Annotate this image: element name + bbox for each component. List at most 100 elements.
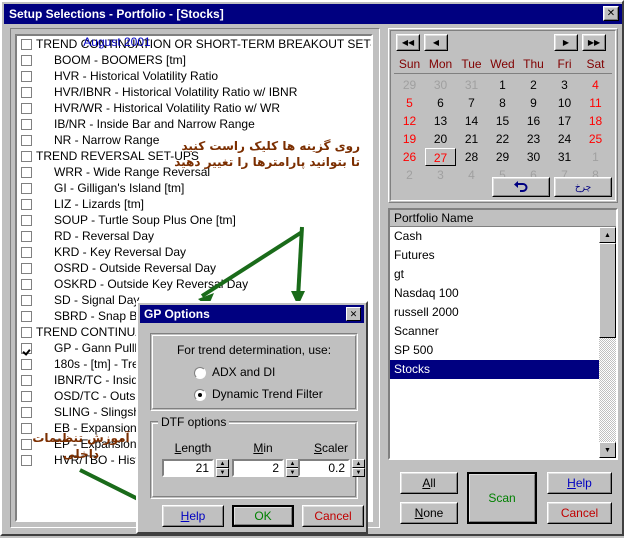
checkbox-icon[interactable] [21, 278, 32, 290]
portfolio-list-item[interactable]: Scanner [390, 322, 616, 341]
calendar-day[interactable]: 6 [425, 94, 456, 112]
scaler-spin-down[interactable]: ▼ [352, 468, 365, 477]
calendar-day[interactable]: 19 [394, 130, 425, 148]
setup-list-item[interactable]: GI - Gilligan's Island [tm] [17, 180, 371, 196]
calendar-day[interactable]: 10 [549, 94, 580, 112]
window-close-button[interactable]: ✕ [603, 6, 619, 21]
setup-list-item[interactable]: LIZ - Lizards [tm] [17, 196, 371, 212]
calendar-day[interactable]: 29 [487, 148, 518, 166]
setup-list-item[interactable]: OSRD - Outside Reversal Day [17, 260, 371, 276]
calendar-day[interactable]: 1 [580, 148, 611, 166]
calendar-day[interactable]: 21 [456, 130, 487, 148]
calendar-day[interactable]: 24 [549, 130, 580, 148]
calendar-day[interactable]: 14 [456, 112, 487, 130]
calendar-day[interactable]: 18 [580, 112, 611, 130]
length-spin-up[interactable]: ▲ [216, 459, 229, 468]
setup-list-item[interactable]: RD - Reversal Day [17, 228, 371, 244]
setup-list-item[interactable]: HVR - Historical Volatility Ratio [17, 68, 371, 84]
scaler-spinner[interactable]: ▲ ▼ [352, 459, 365, 477]
checkbox-icon[interactable] [21, 54, 32, 66]
checkbox-icon[interactable] [21, 326, 32, 338]
setup-list-item[interactable]: KRD - Key Reversal Day [17, 244, 371, 260]
checkbox-icon[interactable] [21, 310, 32, 322]
calendar-day[interactable]: 1 [487, 76, 518, 94]
calendar-day[interactable]: 7 [456, 94, 487, 112]
checkbox-icon[interactable] [21, 70, 32, 82]
dialog-cancel-button[interactable]: Cancel [302, 505, 364, 527]
portfolio-list-item[interactable]: russell 2000 [390, 303, 616, 322]
portfolio-list-item[interactable]: Cash [390, 227, 616, 246]
checkbox-icon[interactable] [21, 214, 32, 226]
calendar-day[interactable]: 22 [487, 130, 518, 148]
checkbox-icon[interactable] [21, 182, 32, 194]
setup-list-item[interactable]: HVR/IBNR - Historical Volatility Ratio w… [17, 84, 371, 100]
setup-list-item[interactable]: HVR/WR - Historical Volatility Ratio w/ … [17, 100, 371, 116]
portfolio-list-item[interactable]: gt [390, 265, 616, 284]
calendar-day[interactable]: 9 [518, 94, 549, 112]
length-spinner[interactable]: ▲ ▼ [216, 459, 229, 477]
calendar-day[interactable]: 20 [425, 130, 456, 148]
portfolio-list-item[interactable]: Stocks [390, 360, 616, 379]
dialog-close-button[interactable]: ✕ [346, 307, 361, 321]
calendar-day[interactable]: 5 [394, 94, 425, 112]
checkbox-icon[interactable] [21, 342, 32, 354]
calendar-day[interactable]: 31 [549, 148, 580, 166]
setup-list-item[interactable]: OSKRD - Outside Key Reversal Day [17, 276, 371, 292]
checkbox-icon[interactable] [21, 38, 32, 50]
checkbox-icon[interactable] [21, 102, 32, 114]
calendar-day[interactable]: 25 [580, 130, 611, 148]
checkbox-icon[interactable] [21, 358, 32, 370]
checkbox-icon[interactable] [21, 86, 32, 98]
checkbox-icon[interactable] [21, 134, 32, 146]
scroll-down-button[interactable]: ▼ [599, 442, 616, 458]
calendar-day[interactable]: 11 [580, 94, 611, 112]
calendar-day[interactable]: 28 [456, 148, 487, 166]
calendar-today-button[interactable]: چرخ [554, 177, 612, 197]
calendar-day[interactable]: 12 [394, 112, 425, 130]
checkbox-icon[interactable] [21, 262, 32, 274]
checkbox-icon[interactable] [21, 406, 32, 418]
calendar-day[interactable]: 17 [549, 112, 580, 130]
calendar-day[interactable]: 4 [456, 166, 487, 184]
portfolio-list-item[interactable]: SP 500 [390, 341, 616, 360]
help-button[interactable]: Help [547, 472, 612, 494]
calendar-day[interactable]: 2 [518, 76, 549, 94]
portfolio-listbox[interactable]: Portfolio Name Cash Futures gt Nasdaq 100 ru… [388, 208, 618, 460]
scan-button[interactable]: Scan [467, 472, 537, 524]
checkbox-icon[interactable] [21, 390, 32, 402]
calendar-day[interactable]: 30 [425, 76, 456, 94]
scrollbar-thumb[interactable] [599, 243, 616, 338]
radio-icon-dtf[interactable] [194, 388, 206, 401]
calendar-day[interactable]: 15 [487, 112, 518, 130]
portfolio-scrollbar[interactable]: ▲ ▼ [599, 227, 616, 458]
checkbox-icon[interactable] [21, 246, 32, 258]
calendar-next-year-button[interactable]: ▶▶ [582, 34, 606, 51]
checkbox-icon[interactable] [21, 198, 32, 210]
calendar-prev-month-button[interactable]: ◀ [424, 34, 448, 51]
calendar-day[interactable]: 8 [487, 94, 518, 112]
checkbox-icon[interactable] [21, 166, 32, 178]
scaler-spin-up[interactable]: ▲ [352, 459, 365, 468]
calendar-day[interactable]: 3 [549, 76, 580, 94]
calendar-day[interactable]: 16 [518, 112, 549, 130]
calendar-day[interactable]: 31 [456, 76, 487, 94]
length-spin-down[interactable]: ▼ [216, 468, 229, 477]
checkbox-icon[interactable] [21, 230, 32, 242]
dialog-ok-button[interactable]: OK [232, 505, 294, 527]
length-input[interactable]: 21 [162, 459, 214, 477]
scroll-up-button[interactable]: ▲ [599, 227, 616, 243]
calendar-day[interactable]: 23 [518, 130, 549, 148]
none-button[interactable]: None [400, 502, 458, 524]
dialog-help-button[interactable]: Help [162, 505, 224, 527]
calendar-day[interactable]: 3 [425, 166, 456, 184]
portfolio-list-item[interactable]: Futures [390, 246, 616, 265]
radio-dynamic-trend-filter[interactable]: Dynamic Trend Filter [194, 387, 323, 401]
checkbox-icon[interactable] [21, 118, 32, 130]
min-input[interactable]: 2 [232, 459, 284, 477]
scaler-input[interactable]: 0.2 [298, 459, 350, 477]
calendar-next-month-button[interactable]: ▶ [554, 34, 578, 51]
calendar-day[interactable]: 2 [394, 166, 425, 184]
portfolio-list-item[interactable]: Nasdaq 100 [390, 284, 616, 303]
calendar-day[interactable]: 29 [394, 76, 425, 94]
calendar-undo-button[interactable] [492, 177, 550, 197]
